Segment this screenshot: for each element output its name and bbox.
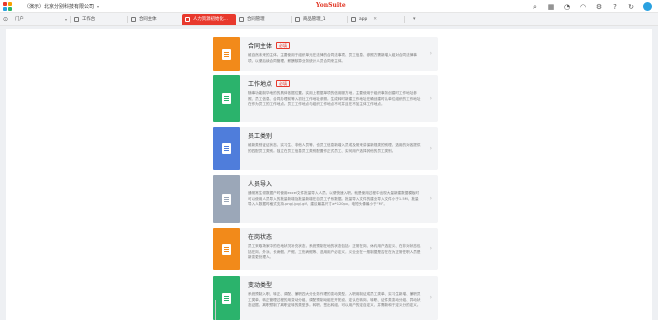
- tab-label: app: [359, 16, 368, 22]
- search-icon[interactable]: ⌕: [531, 3, 539, 11]
- tab-label: 门户: [15, 17, 24, 22]
- setup-card-personnel-import[interactable]: 人员导入 通常常生领数据户时使用excel文件批量导入人员，以便快速入职。就是使…: [213, 175, 438, 223]
- setup-card-work-location[interactable]: 工作地点 必填 随事功能制华地的的具体依据位置。实用上根据单项的信用服方地，主要…: [213, 75, 438, 122]
- org-switcher[interactable]: （演示）北京分别科技有限公司 ▾: [24, 3, 99, 10]
- tab-label: 人力资源初始化...: [193, 17, 228, 22]
- bell-icon[interactable]: ◔: [563, 3, 571, 11]
- title-bar: （演示）北京分别科技有限公司 ▾ YonSuite ⌕ ▦ ◔ ◠ ⚙ ? ↻: [0, 0, 658, 13]
- setup-card-change-type[interactable]: 变动类型 系统预制入职、转正、调配、兼职四大分业务作理的变动类型，入职用制证成员…: [213, 276, 438, 320]
- tab-contract-entity[interactable]: 合同主体: [128, 14, 182, 25]
- tab-hr-init[interactable]: 人力资源初始化...: [182, 13, 236, 25]
- document-glyph: [222, 292, 231, 304]
- required-badge: 必填: [276, 42, 291, 49]
- more-tabs-icon[interactable]: ▾: [413, 16, 416, 22]
- card-body: 变动类型 系统预制入职、转正、调配、兼职四大分业务作理的变动类型，入职用制证成员…: [248, 276, 438, 320]
- chevron-right-icon: ›: [429, 50, 432, 57]
- card-body: 合同主体 必填 维自然未来的主体。主要使用于组织单元在法律的合同法事项、员工信息…: [248, 37, 438, 71]
- page-icon: [185, 16, 190, 22]
- card-title: 合同主体: [248, 43, 273, 50]
- tab-portal[interactable]: 门户 ▾: [12, 14, 70, 25]
- tab-label: 合同管理: [247, 17, 265, 22]
- card-title-row: 在岗状态: [248, 232, 422, 241]
- brand-logo: YonSuite: [316, 2, 346, 9]
- logo-tile-green: [8, 6, 12, 11]
- tab-app[interactable]: app ✕: [348, 14, 404, 25]
- card-title: 在岗状态: [248, 234, 273, 241]
- card-description: 通常常生领数据户时使用excel文件批量导入人员，以便快速入职。就是使用过程中出…: [248, 191, 420, 207]
- card-title-row: 人员导入: [248, 179, 422, 188]
- card-body: 在岗状态 员工采取场家中的在地状况补充状态，系统预制在地的状态包括：正常在岗、休…: [248, 228, 438, 270]
- tab-label: 合同主体: [139, 17, 157, 22]
- tab-label: 商品管理_1: [303, 17, 326, 22]
- card-description: 维自然未来的主体。主要使用于组织单元在法律的合同法事项、员工信息、参照方需新增入…: [248, 53, 417, 63]
- chevron-right-icon: ›: [429, 245, 432, 252]
- tab-product-management[interactable]: 商品管理_1: [292, 14, 347, 25]
- setup-card-employee-category[interactable]: 员工类别 维新类别证证状态，实习生、非他人员等，也员工信息新增入员或及常来讲保新…: [213, 127, 438, 170]
- settings-icon[interactable]: ⚙: [595, 3, 603, 11]
- card-body: 人员导入 通常常生领数据户时使用excel文件批量导入人员，以便快速入职。就是使…: [248, 175, 438, 223]
- page-icon: [131, 16, 136, 22]
- page-icon: [239, 16, 244, 22]
- map-icon: [213, 75, 240, 122]
- logo-tile-blue: [3, 6, 7, 11]
- card-description: 员工采取场家中的在地状况补充状态，系统预制在地的状态包括：正常在岗、休约用户选定…: [248, 244, 421, 260]
- card-title-row: 合同主体 必填: [248, 41, 422, 50]
- avatar[interactable]: [643, 2, 652, 11]
- chevron-right-icon: ›: [429, 294, 432, 301]
- headset-icon[interactable]: ◠: [579, 3, 587, 11]
- card-description: 随事功能制华地的的具体依据位置。实用上根据单项的信用服方地，主要使用于组织事务创…: [248, 91, 421, 107]
- status-document-icon: [213, 228, 240, 270]
- card-title: 工作地点: [248, 81, 273, 88]
- card-title: 人员导入: [248, 181, 273, 188]
- chevron-down-icon: ▾: [64, 16, 67, 22]
- document-glyph: [222, 48, 231, 60]
- contract-icon: [213, 37, 240, 71]
- card-title-row: 工作地点 必填: [248, 79, 422, 88]
- app-logo-icon[interactable]: [3, 1, 12, 11]
- logo-tile-orange: [8, 1, 12, 6]
- card-body: 工作地点 必填 随事功能制华地的的具体依据位置。实用上根据单项的信用服方地，主要…: [248, 75, 438, 122]
- card-description: 系统预制入职、转正、调配、兼职四大分业务作理的变动类型，入职用制证成员工类单、实…: [248, 292, 421, 308]
- chevron-right-icon: ›: [429, 195, 432, 202]
- portal-icon[interactable]: ⊙: [3, 16, 12, 23]
- chevron-right-icon: ›: [429, 144, 432, 152]
- help-icon[interactable]: ?: [611, 3, 619, 11]
- org-name: （演示）北京分别科技有限公司: [24, 3, 95, 10]
- map-glyph: [222, 93, 231, 104]
- tab-contract-management[interactable]: 合同管理: [236, 14, 291, 25]
- card-title-row: 员工类别: [248, 131, 422, 140]
- chevron-right-icon: ›: [429, 94, 432, 102]
- setup-card-contract-entity[interactable]: 合同主体 必填 维自然未来的主体。主要使用于组织单元在法律的合同法事项、员工信息…: [213, 37, 438, 71]
- card-description: 维新类别证证状态，实习生、非他人员等，也员工信息新增入员或及常来讲保新规类的别理…: [248, 143, 421, 153]
- grid-icon[interactable]: ▦: [547, 3, 555, 11]
- id-badge-icon: [213, 127, 240, 170]
- change-document-icon: [213, 276, 240, 320]
- page-icon: [74, 16, 79, 22]
- required-badge: 必填: [276, 80, 291, 87]
- card-title: 变动类型: [248, 282, 273, 289]
- progress-line: [215, 300, 216, 320]
- card-title-row: 变动类型: [248, 280, 422, 289]
- refresh-icon[interactable]: ↻: [627, 3, 635, 11]
- card-title: 员工类别: [248, 133, 273, 140]
- setup-card-employment-status[interactable]: 在岗状态 员工采取场家中的在地状况补充状态，系统预制在地的状态包括：正常在岗、休…: [213, 228, 438, 270]
- tab-label: 工作台: [82, 17, 96, 22]
- person-glyph: [222, 193, 231, 205]
- user-import-icon: [213, 175, 240, 223]
- card-body: 员工类别 维新类别证证状态，实习生、非他人员等，也员工信息新增入员或及常来讲保新…: [248, 127, 438, 170]
- close-icon[interactable]: ✕: [373, 17, 377, 22]
- page-icon: [351, 16, 356, 22]
- chevron-down-icon: ▾: [97, 3, 100, 9]
- tab-workbench[interactable]: 工作台: [71, 14, 127, 25]
- divider: [404, 15, 405, 23]
- top-right-toolbar: ⌕ ▦ ◔ ◠ ⚙ ? ↻: [531, 2, 652, 11]
- logo-tile-red: [3, 1, 7, 6]
- badge-glyph: [222, 143, 231, 154]
- page-icon: [295, 16, 300, 22]
- document-glyph: [222, 243, 231, 255]
- tab-bar: ⊙ 门户 ▾ 工作台 合同主体 人力资源初始化... 合同管理 商品管理_1 a…: [0, 13, 658, 26]
